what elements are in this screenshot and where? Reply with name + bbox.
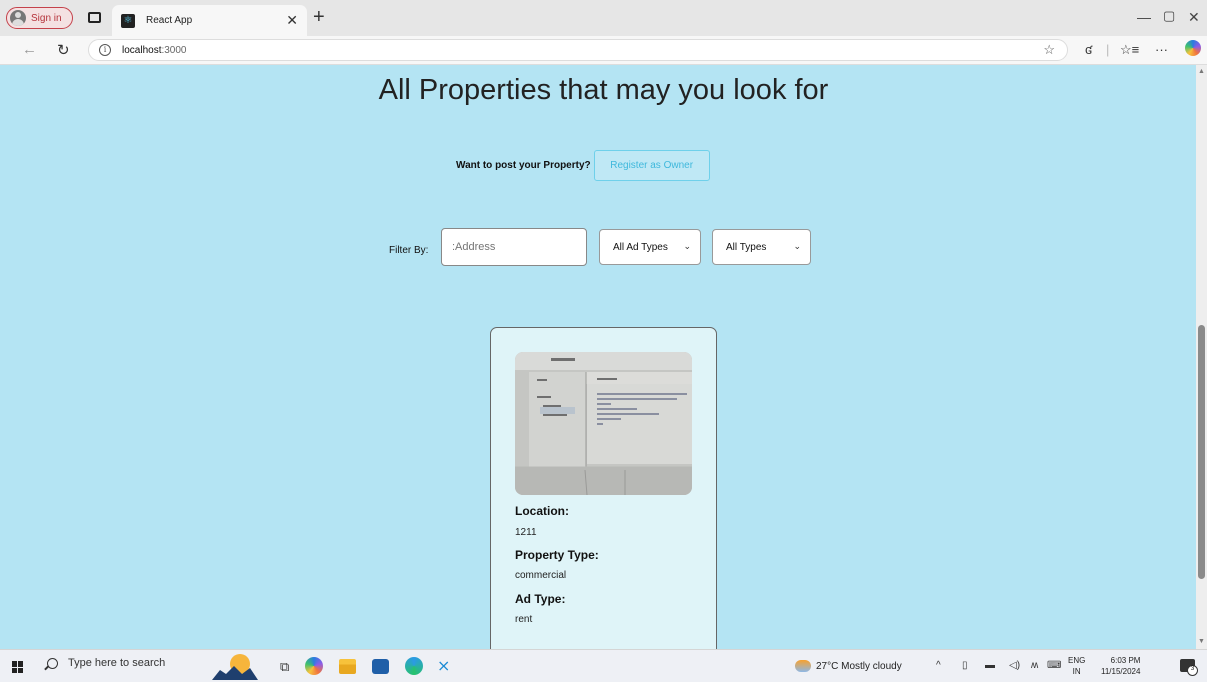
volume-icon[interactable]: ◁)	[1009, 660, 1020, 671]
search-highlight-icon[interactable]	[212, 652, 258, 680]
scroll-down-icon[interactable]: ▼	[1198, 638, 1205, 645]
property-type-label: Property Type:	[515, 548, 599, 562]
address-bar-row: ← ↻ i localhost:3000 ☆ ʛ | ☆≡ ···	[0, 36, 1207, 65]
property-type-value: commercial	[515, 570, 567, 581]
tab-react-app[interactable]: ⚛ React App ✕	[112, 5, 307, 36]
more-menu-icon[interactable]: ···	[1155, 42, 1168, 57]
search-icon	[47, 657, 58, 669]
browser-essentials-icon[interactable]: ʛ	[1085, 42, 1092, 57]
favorite-star-icon[interactable]: ☆	[1043, 42, 1055, 58]
keyboard-icon[interactable]: ⌨	[1047, 660, 1061, 671]
close-tab-icon[interactable]: ✕	[286, 12, 298, 29]
toolbar-divider: |	[1106, 42, 1110, 57]
sign-in-label: Sign in	[31, 12, 62, 24]
partly-cloudy-icon	[795, 660, 811, 672]
windows-start-icon[interactable]	[12, 661, 24, 673]
task-view-icon[interactable]: ⧉	[280, 659, 298, 677]
chevron-down-icon: ⌄	[683, 241, 691, 251]
url-field[interactable]: i localhost:3000 ☆	[88, 39, 1068, 61]
language-code: ENG	[1068, 656, 1086, 665]
browser-tab-bar: Sign in ⚛ React App ✕ + — ▢ ✕	[0, 0, 1207, 36]
restore-icon[interactable]: ▢	[1163, 8, 1175, 24]
site-info-icon[interactable]: i	[99, 44, 111, 56]
ad-type-value: rent	[515, 614, 533, 625]
scrollbar-thumb[interactable]	[1198, 325, 1205, 579]
url-host: localhost	[122, 44, 162, 56]
window-close-icon[interactable]: ✕	[1188, 9, 1200, 26]
edge-browser-icon[interactable]	[405, 657, 423, 675]
weather-widget[interactable]: 27°C Mostly cloudy	[795, 660, 902, 672]
copilot-icon[interactable]	[1185, 40, 1201, 56]
new-tab-icon[interactable]: +	[313, 6, 325, 29]
ad-type-select-value: All Ad Types	[613, 241, 668, 253]
language-indicator[interactable]: ENG IN	[1068, 655, 1085, 677]
tab-actions-icon[interactable]	[88, 12, 101, 23]
url-port: :3000	[161, 44, 187, 56]
tray-chevron-icon[interactable]: ^	[936, 660, 941, 671]
property-photo-graphic	[515, 352, 692, 495]
page-title: All Properties that may you look for	[378, 74, 829, 106]
page-scrollbar[interactable]: ▲ ▼	[1196, 65, 1207, 649]
ad-type-select[interactable]: All Ad Types ⌄	[599, 229, 701, 265]
react-favicon-icon: ⚛	[121, 13, 135, 28]
vscode-icon[interactable]: ⨯	[437, 656, 455, 675]
tray-app-icon[interactable]: ▯	[962, 660, 968, 671]
windows-taskbar: Type here to search ⧉ ⨯ 27°C Mostly clou…	[0, 649, 1207, 682]
sign-in-button[interactable]: Sign in	[6, 7, 73, 29]
clock-time: 6:03 PM	[1110, 656, 1141, 665]
favorites-icon[interactable]: ☆≡	[1120, 42, 1139, 58]
page-viewport: All Properties that may you look for Wan…	[0, 65, 1196, 649]
property-type-select[interactable]: All Types ⌄	[712, 229, 811, 265]
taskbar-search-placeholder: Type here to search	[68, 657, 166, 669]
taskbar-search[interactable]: Type here to search	[47, 657, 165, 669]
wifi-icon[interactable]: ʍ	[1031, 660, 1038, 671]
file-explorer-icon[interactable]	[339, 659, 356, 674]
region-code: IN	[1072, 667, 1081, 676]
back-icon[interactable]: ←	[22, 41, 37, 58]
tab-title: React App	[146, 15, 193, 26]
location-label: Location:	[515, 504, 569, 518]
location-value: 1211	[515, 527, 537, 538]
property-card: Location: 1211 Property Type: commercial…	[490, 327, 717, 649]
address-filter-input[interactable]	[441, 228, 587, 266]
post-property-row: Want to post your Property? Register as …	[456, 150, 710, 181]
notifications-icon[interactable]	[1180, 659, 1198, 676]
system-clock[interactable]: 6:03 PM 11/15/2024	[1101, 655, 1140, 677]
post-property-question: Want to post your Property?	[456, 160, 591, 171]
profile-avatar-icon	[10, 10, 26, 26]
battery-icon[interactable]: ▬	[985, 660, 995, 671]
filter-label: Filter By:	[389, 245, 429, 256]
property-image	[515, 352, 692, 495]
chevron-down-icon: ⌄	[793, 241, 801, 251]
property-type-select-value: All Types	[726, 241, 767, 253]
store-icon[interactable]	[372, 659, 389, 674]
scroll-up-icon[interactable]: ▲	[1198, 68, 1205, 75]
refresh-icon[interactable]: ↻	[57, 41, 70, 59]
register-owner-button[interactable]: Register as Owner	[593, 150, 710, 181]
weather-text: 27°C Mostly cloudy	[816, 660, 902, 672]
ad-type-label: Ad Type:	[515, 592, 566, 606]
url-text: localhost:3000	[122, 45, 187, 56]
minimize-icon[interactable]: —	[1137, 9, 1151, 25]
copilot-taskbar-icon[interactable]	[305, 657, 323, 675]
clock-date: 11/15/2024	[1101, 667, 1141, 676]
